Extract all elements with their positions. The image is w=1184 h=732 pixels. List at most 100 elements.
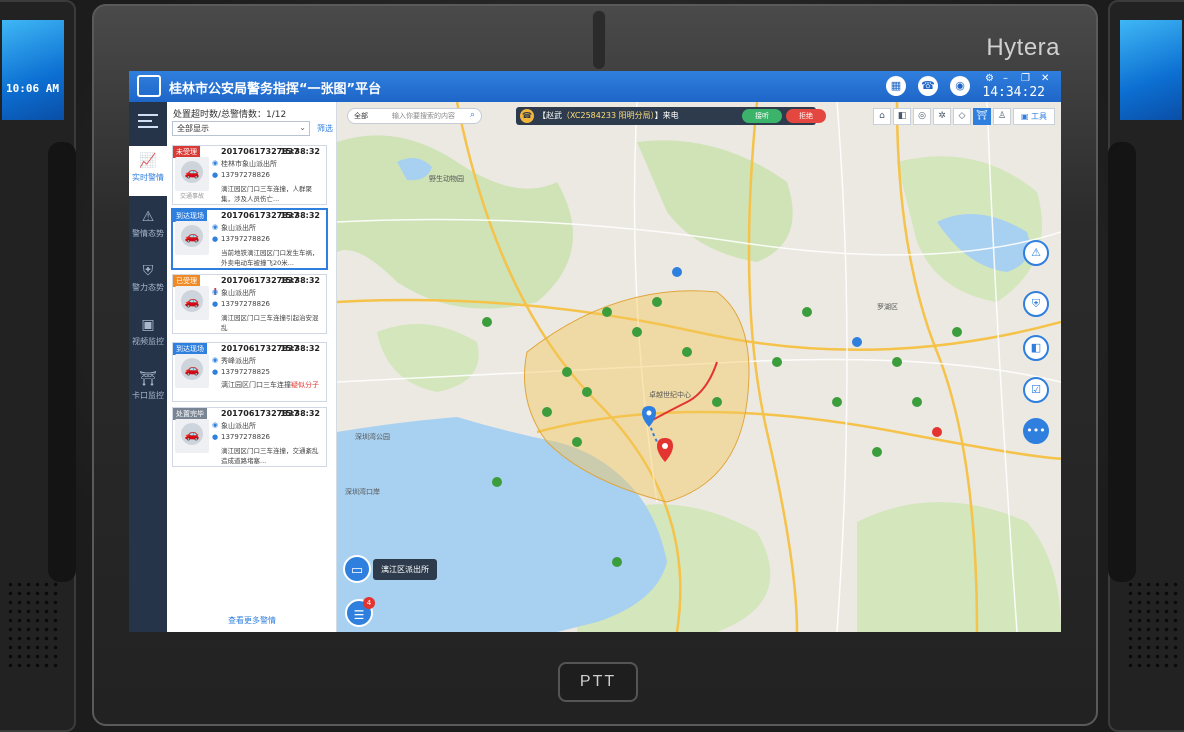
checklist-icon[interactable]: ☑ xyxy=(1023,377,1049,403)
alert-card[interactable]: 到达现场 🚗 20170617327837 15:38:32 ◉ 秀峰派出所 ●… xyxy=(172,342,327,402)
search-scope[interactable]: 全部 xyxy=(354,111,368,121)
station-name: 漓江区派出所 xyxy=(373,558,437,580)
gear-icon[interactable]: ✲ xyxy=(933,108,951,125)
more-alerts-link[interactable]: 查看更多警情 xyxy=(167,615,337,626)
chevron-down-icon: ⌄ xyxy=(299,123,306,132)
user-icon[interactable]: ◉ xyxy=(950,76,970,96)
chart-icon: 📈 xyxy=(139,153,157,169)
alert-filter-select[interactable]: 全部显示 ⌄ xyxy=(172,121,310,136)
car-crash-icon: 🚗 xyxy=(181,225,203,247)
map-logo-icon xyxy=(137,75,161,97)
app-title: 桂林市公安局警务指挥“一张图”平台 xyxy=(169,82,382,97)
filter-link[interactable]: 筛选 xyxy=(317,123,333,134)
location-pin-icon: ◉ xyxy=(212,356,219,364)
ptt-button[interactable]: PTT xyxy=(558,662,638,702)
nav-label: 视频监控 xyxy=(132,337,164,346)
alert-filter-value: 全部显示 xyxy=(177,124,209,133)
alert-desc: 漓江园区门口三车连撞，人群聚集，涉及人员伤亡... xyxy=(221,185,312,203)
building-icon[interactable]: ⌂ xyxy=(873,108,891,125)
right-side-screen xyxy=(1120,20,1182,120)
left-nav: 📈 实时警情 ⚠ 警情态势 ⛨ 警力态势 ▣ 视频监控 ⛩ 卡口监控 xyxy=(129,102,167,632)
left-side-grip xyxy=(48,142,76,582)
tools-button[interactable]: ▣ 工具 xyxy=(1013,108,1055,125)
alert-icon: ⚠ xyxy=(141,209,155,225)
alert-thumbnail: 🚗 xyxy=(175,286,209,320)
station-tooltip[interactable]: ▭ 漓江区派出所 xyxy=(343,555,437,583)
shield-icon[interactable]: ⛨ xyxy=(1023,291,1049,317)
search-input[interactable]: 输入你要搜索的内容 xyxy=(392,111,455,121)
alert-time: 15:38:32 xyxy=(280,211,320,220)
left-side-screen: 10:06 AM xyxy=(2,20,64,120)
call-number: （XC2584233 阳明分局） xyxy=(562,111,655,120)
person-pin-icon[interactable]: ♙ xyxy=(993,108,1011,125)
device-stage: 10:06 AM Hytera PTT 桂林市公安局警务指挥“一张图”平台 ▦ … xyxy=(0,0,1184,732)
more-icon[interactable]: ••• xyxy=(1023,418,1049,444)
left-side-clock: 10:06 AM xyxy=(6,82,59,95)
left-speaker-grille xyxy=(6,580,58,670)
alert-thumbnail: 🚗 交通事故 xyxy=(175,157,209,200)
map-label: 深圳湾口岸 xyxy=(345,488,380,496)
checkpoint-icon: ⛩ xyxy=(139,371,157,387)
alert-desc: 漓江园区门口三车连撞疑似分子 xyxy=(221,380,323,390)
map-search-box[interactable]: 全部 输入你要搜索的内容 ⌕ xyxy=(347,108,482,124)
alert-time: 15:38:32 xyxy=(280,276,320,285)
toolbox-icon: ▣ xyxy=(1020,112,1032,121)
alert-desc-text: 漓江园区门口三车连撞 xyxy=(221,381,291,389)
reject-call-button[interactable]: 拒绝 xyxy=(786,109,826,123)
call-text: 【赵武（XC2584233 阳明分局）】来电 xyxy=(538,110,679,121)
person-icon: ● xyxy=(212,368,219,376)
person-icon: ● xyxy=(212,433,219,441)
search-icon[interactable]: ⌕ xyxy=(470,110,475,120)
message-count-badge: 4 xyxy=(363,597,375,609)
minimize-icon[interactable]: – xyxy=(1003,73,1008,84)
target-icon[interactable]: ◎ xyxy=(913,108,931,125)
phone-ring-icon: ☎ xyxy=(520,109,534,123)
nav-item-video[interactable]: ▣ 视频监控 xyxy=(129,310,167,360)
thumb-label: 交通事故 xyxy=(179,193,204,200)
alert-desc: 漓江园区门口三车连撞，交通紊乱造成道路堵塞... xyxy=(221,447,319,465)
alert-phone: 13797278826 xyxy=(221,235,270,243)
brand-logo: Hytera xyxy=(986,34,1060,61)
title-bar: 桂林市公安局警务指挥“一张图”平台 ▦ ☎ ◉ ⚙ – ❐ ✕ 14:34:22 xyxy=(129,71,1061,102)
restore-icon[interactable]: ❐ xyxy=(1021,73,1030,84)
grid-icon[interactable]: ▦ xyxy=(886,76,906,96)
location-pin-icon: ◉ xyxy=(212,159,219,167)
alert-card[interactable]: 处置完毕 🚗 20170617327837 15:38:32 ◉ 象山派出所 ●… xyxy=(172,407,327,467)
alert-phone: 13797278825 xyxy=(221,368,270,376)
nav-item-alert-status[interactable]: ⚠ 警情态势 xyxy=(129,202,167,252)
nav-item-police-status[interactable]: ⛨ 警力态势 xyxy=(129,256,167,306)
settings-icon[interactable]: ⚙ xyxy=(985,73,994,84)
nav-item-checkpoint[interactable]: ⛩ 卡口监控 xyxy=(129,364,167,414)
map-label: 深圳湾公园 xyxy=(355,433,390,441)
tools-label: 工具 xyxy=(1031,112,1048,121)
clock-display: 14:34:22 xyxy=(982,85,1045,100)
person-icon: ● xyxy=(212,235,219,243)
alert-card[interactable]: 未受理 🚗 交通事故 20170617327837 15:38:32 ◉ 桂林市… xyxy=(172,145,327,205)
app-screen: 桂林市公安局警务指挥“一张图”平台 ▦ ☎ ◉ ⚙ – ❐ ✕ 14:34:22… xyxy=(129,71,1061,632)
layer-icon[interactable]: ◇ xyxy=(953,108,971,125)
alert-location: 象山派出所 xyxy=(221,224,256,232)
alert-location: 象山派出所 xyxy=(221,422,256,430)
phone-icon[interactable]: ☎ xyxy=(918,76,938,96)
alert-card[interactable]: 到达现场 🚗 20170617327837 15:38:32 ◉ 象山派出所 ●… xyxy=(172,209,327,269)
nav-item-realtime[interactable]: 📈 实时警情 xyxy=(129,146,167,196)
checkpoint-icon[interactable]: ⛩ xyxy=(973,108,991,125)
camera-icon[interactable]: ◧ xyxy=(893,108,911,125)
menu-toggle-icon[interactable] xyxy=(138,114,158,128)
close-icon[interactable]: ✕ xyxy=(1041,73,1049,84)
alert-card[interactable]: 已受理 🚗 ! 20170617327837 15:38:32 ◉ 象山派出所 … xyxy=(172,274,327,334)
camera-float-icon[interactable]: ◧ xyxy=(1023,335,1049,361)
alert-time: 15:38:32 xyxy=(280,409,320,418)
location-pin-icon: ◉ xyxy=(212,223,219,231)
map-label: 罗湖区 xyxy=(877,303,898,311)
alert-summary: 处置超时数/总警情数：1/12 xyxy=(173,110,287,120)
car-crash-icon: 🚗 xyxy=(181,161,203,183)
alert-time: 15:38:32 xyxy=(280,344,320,353)
accept-call-button[interactable]: 接听 xyxy=(742,109,782,123)
message-button[interactable]: ☰ 4 xyxy=(345,597,375,627)
camera-slot xyxy=(592,10,606,70)
alert-float-icon[interactable]: ⚠ xyxy=(1023,240,1049,266)
call-suffix: 】来电 xyxy=(654,111,679,120)
alert-location: 桂林市象山派出所 xyxy=(221,160,277,168)
map-view[interactable]: 全部 输入你要搜索的内容 ⌕ ☎ 【赵武（XC2584233 阳明分局）】来电 … xyxy=(337,102,1061,632)
